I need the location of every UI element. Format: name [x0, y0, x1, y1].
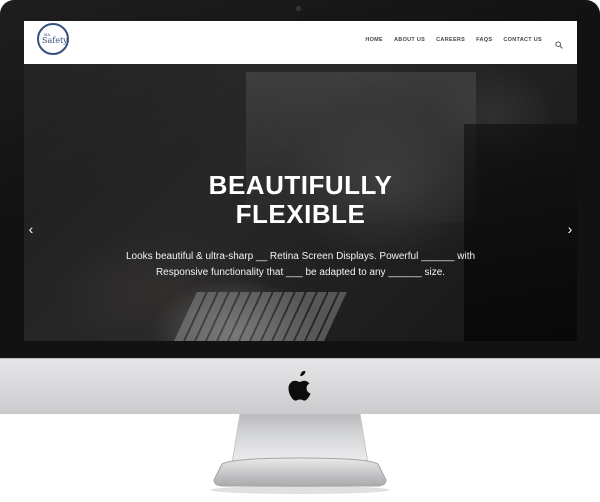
apple-logo-icon: [288, 371, 311, 401]
hero-description: Looks beautiful & ultra-sharp __ Retina …: [125, 251, 476, 278]
imac-monitor: MA Safety HOME ABOUT US CAREERS FAQS CON…: [0, 0, 600, 414]
nav-menu: HOME ABOUT US CAREERS FAQS CONTACT US: [354, 36, 563, 49]
hero-slider: BEAUTIFULLY FLEXIBLE Looks beautiful & u…: [24, 64, 577, 341]
nav-item-home[interactable]: HOME: [365, 37, 383, 43]
slider-next-arrow-icon[interactable]: ›: [563, 220, 577, 238]
nav-item-contact-us[interactable]: CONTACT US: [503, 37, 542, 43]
website-screen: MA Safety HOME ABOUT US CAREERS FAQS CON…: [24, 21, 577, 341]
camera-icon: [296, 6, 301, 11]
logo-main-text: Safety: [42, 36, 68, 45]
nav-item-about-us[interactable]: ABOUT US: [394, 37, 425, 43]
search-icon[interactable]: [555, 36, 563, 49]
site-navbar: MA Safety HOME ABOUT US CAREERS FAQS CON…: [24, 21, 577, 64]
monitor-stand: [210, 414, 390, 494]
slider-prev-arrow-icon[interactable]: ‹: [24, 220, 38, 238]
site-logo[interactable]: MA Safety: [37, 23, 69, 55]
hero-title: BEAUTIFULLY FLEXIBLE: [208, 170, 393, 229]
nav-item-careers[interactable]: CAREERS: [436, 37, 465, 43]
nav-item-faqs[interactable]: FAQS: [476, 37, 492, 43]
